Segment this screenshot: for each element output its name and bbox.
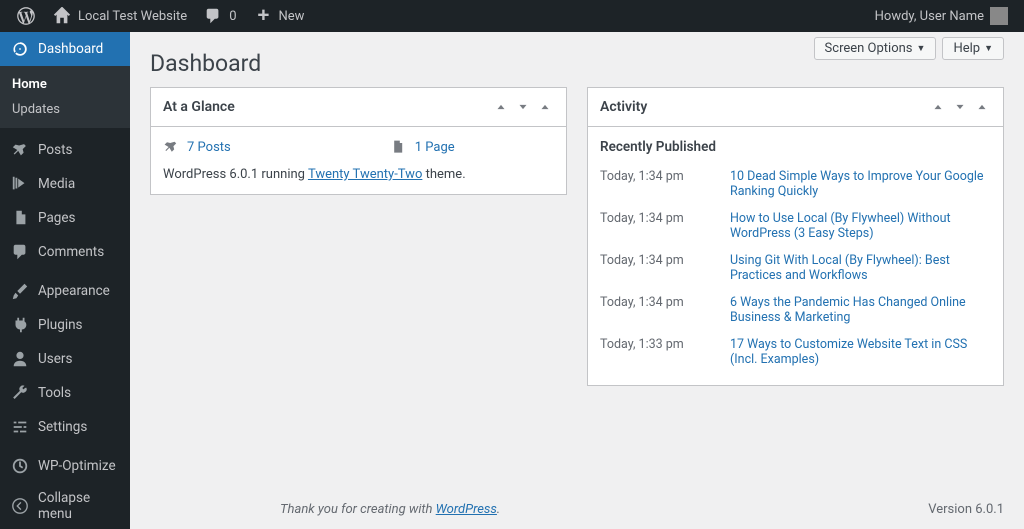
howdy-button[interactable]: Howdy, User Name xyxy=(867,7,1016,25)
activity-time: Today, 1:34 pm xyxy=(600,169,700,199)
admin-footer: Thank you for creating with WordPress. V… xyxy=(260,490,1024,529)
plus-icon xyxy=(253,6,273,26)
admin-sidebar: Dashboard Home Updates Posts Media Pages… xyxy=(0,32,130,529)
sidebar-item-users[interactable]: Users xyxy=(0,342,130,376)
glance-pages[interactable]: 1 Page xyxy=(391,139,455,155)
comments-count: 0 xyxy=(229,9,236,24)
activity-subtitle: Recently Published xyxy=(600,139,991,155)
help-button[interactable]: Help ▼ xyxy=(942,37,1004,60)
admin-toolbar: Local Test Website 0 New Howdy, User Nam… xyxy=(0,0,1024,32)
widget-title: At a Glance xyxy=(163,99,492,115)
sidebar-item-settings[interactable]: Settings xyxy=(0,410,130,444)
sidebar-item-appearance[interactable]: Appearance xyxy=(0,274,130,308)
move-up-button[interactable] xyxy=(929,98,947,116)
main-content: Screen Options ▼ Help ▼ Dashboard At a G… xyxy=(130,32,1024,529)
sidebar-submenu-dashboard: Home Updates xyxy=(0,66,130,128)
activity-row: Today, 1:34 pm 6 Ways the Pandemic Has Ch… xyxy=(600,289,991,331)
theme-link[interactable]: Twenty Twenty-Two xyxy=(308,167,422,182)
wp-logo-button[interactable] xyxy=(8,0,44,32)
comment-icon xyxy=(203,6,223,26)
sidebar-sub-home[interactable]: Home xyxy=(0,72,130,97)
activity-time: Today, 1:34 pm xyxy=(600,211,700,241)
pin-icon xyxy=(163,139,179,155)
avatar xyxy=(990,7,1008,25)
brush-icon xyxy=(10,281,30,301)
site-name-button[interactable]: Local Test Website xyxy=(44,0,195,32)
wordpress-link[interactable]: WordPress xyxy=(436,502,497,517)
optimize-icon xyxy=(10,456,30,476)
sliders-icon xyxy=(10,417,30,437)
page-icon xyxy=(10,208,30,228)
move-down-button[interactable] xyxy=(951,98,969,116)
sidebar-item-comments[interactable]: Comments xyxy=(0,235,130,269)
sidebar-item-pages[interactable]: Pages xyxy=(0,201,130,235)
pin-icon xyxy=(10,140,30,160)
footer-version: Version 6.0.1 xyxy=(928,502,1004,517)
activity-row: Today, 1:34 pm Using Git With Local (By F… xyxy=(600,247,991,289)
sidebar-label: Dashboard xyxy=(38,41,120,57)
sidebar-item-dashboard[interactable]: Dashboard xyxy=(0,32,130,66)
toggle-button[interactable] xyxy=(536,98,554,116)
sidebar-item-wp-optimize[interactable]: WP-Optimize xyxy=(0,449,130,483)
site-name-label: Local Test Website xyxy=(78,9,187,24)
activity-time: Today, 1:33 pm xyxy=(600,337,700,367)
activity-link[interactable]: How to Use Local (By Flywheel) Without W… xyxy=(730,211,991,241)
activity-link[interactable]: 6 Ways the Pandemic Has Changed Online B… xyxy=(730,295,991,325)
user-icon xyxy=(10,349,30,369)
page-icon xyxy=(391,139,407,155)
activity-time: Today, 1:34 pm xyxy=(600,253,700,283)
widget-at-a-glance: At a Glance 7 Posts xyxy=(150,87,567,195)
sidebar-item-tools[interactable]: Tools xyxy=(0,376,130,410)
activity-link[interactable]: 10 Dead Simple Ways to Improve Your Goog… xyxy=(730,169,991,199)
sidebar-sub-updates[interactable]: Updates xyxy=(0,97,130,122)
wp-version-text: WordPress 6.0.1 running Twenty Twenty-Tw… xyxy=(163,167,554,182)
activity-row: Today, 1:34 pm 10 Dead Simple Ways to Imp… xyxy=(600,163,991,205)
chevron-down-icon: ▼ xyxy=(917,43,926,54)
dashboard-icon xyxy=(10,39,30,59)
activity-row: Today, 1:33 pm 17 Ways to Customize Websi… xyxy=(600,331,991,373)
media-icon xyxy=(10,174,30,194)
sidebar-item-plugins[interactable]: Plugins xyxy=(0,308,130,342)
widget-title: Activity xyxy=(600,99,929,115)
glance-posts[interactable]: 7 Posts xyxy=(163,139,231,155)
activity-time: Today, 1:34 pm xyxy=(600,295,700,325)
screen-options-button[interactable]: Screen Options ▼ xyxy=(814,37,937,60)
footer-thanks: Thank you for creating with WordPress. xyxy=(280,502,500,517)
howdy-text: Howdy, User Name xyxy=(875,9,984,24)
plug-icon xyxy=(10,315,30,335)
wordpress-icon xyxy=(16,6,36,26)
move-down-button[interactable] xyxy=(514,98,532,116)
activity-row: Today, 1:34 pm How to Use Local (By Flywh… xyxy=(600,205,991,247)
sidebar-item-collapse[interactable]: Collapse menu xyxy=(0,483,130,529)
activity-link[interactable]: 17 Ways to Customize Website Text in CSS… xyxy=(730,337,991,367)
new-button[interactable]: New xyxy=(245,0,313,32)
widget-activity: Activity Recently Published Today, 1:34 … xyxy=(587,87,1004,386)
home-icon xyxy=(52,6,72,26)
collapse-icon xyxy=(10,496,30,516)
activity-link[interactable]: Using Git With Local (By Flywheel): Best… xyxy=(730,253,991,283)
wrench-icon xyxy=(10,383,30,403)
comments-button[interactable]: 0 xyxy=(195,0,244,32)
comment-icon xyxy=(10,242,30,262)
move-up-button[interactable] xyxy=(492,98,510,116)
new-label: New xyxy=(279,9,305,24)
sidebar-item-posts[interactable]: Posts xyxy=(0,133,130,167)
chevron-down-icon: ▼ xyxy=(984,43,993,54)
sidebar-item-media[interactable]: Media xyxy=(0,167,130,201)
toggle-button[interactable] xyxy=(973,98,991,116)
